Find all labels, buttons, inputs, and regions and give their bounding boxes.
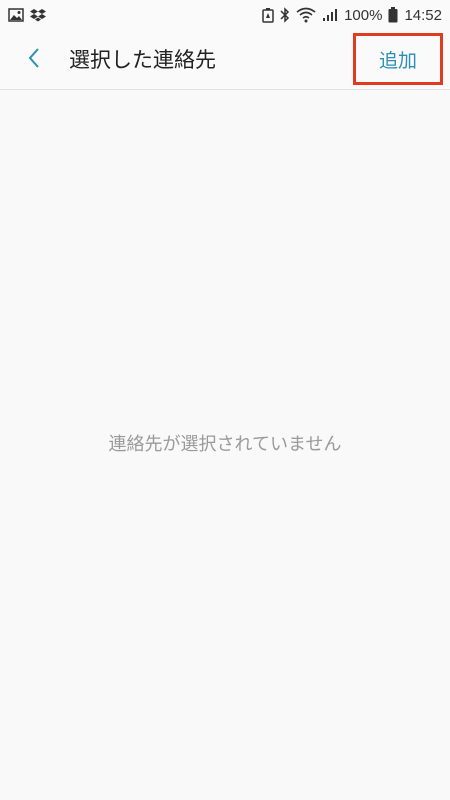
gallery-icon: [8, 8, 24, 22]
status-time: 14:52: [404, 6, 442, 24]
battery-saver-icon: [262, 7, 274, 23]
bluetooth-icon: [280, 7, 290, 23]
back-button[interactable]: [18, 44, 50, 76]
wifi-icon: [296, 7, 316, 23]
page-title: 選択した連絡先: [69, 48, 216, 72]
chevron-left-icon: [27, 47, 41, 73]
app-bar: 選択した連絡先 追加: [0, 30, 450, 90]
status-bar-right: 100% 14:52: [262, 7, 442, 24]
battery-icon: [388, 7, 398, 23]
status-bar: 100% 14:52: [0, 0, 450, 30]
status-bar-left: [8, 8, 46, 22]
dropbox-icon: [30, 8, 46, 22]
battery-percent: 100%: [344, 6, 383, 24]
signal-icon: [322, 8, 338, 22]
empty-state-message: 連絡先が選択されていません: [108, 434, 342, 455]
add-button[interactable]: 追加: [353, 33, 443, 85]
